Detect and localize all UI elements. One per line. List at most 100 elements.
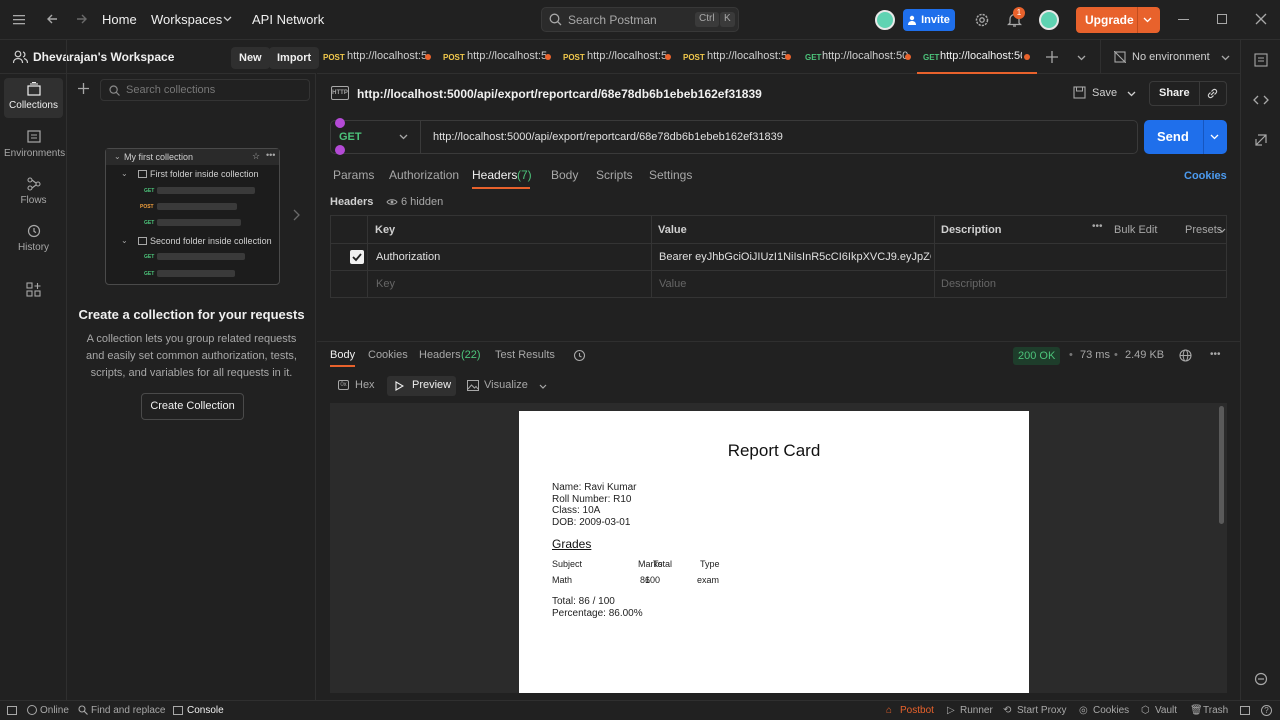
new-key-input[interactable]: Key: [376, 278, 395, 290]
tab-headers[interactable]: Headers: [472, 168, 517, 182]
response-tab-cookies[interactable]: Cookies: [368, 349, 408, 361]
eye-icon: [386, 198, 398, 206]
hidden-headers-toggle[interactable]: 6 hidden: [401, 196, 443, 208]
tab-request-active[interactable]: GET http://localhost:50: [917, 40, 1037, 74]
new-tab-icon[interactable]: [1046, 51, 1058, 63]
back-arrow-icon[interactable]: [46, 13, 58, 25]
console-button[interactable]: Console: [187, 705, 224, 716]
sidebar-item-collections[interactable]: Collections: [4, 78, 63, 118]
header-key[interactable]: Authorization: [376, 251, 440, 263]
method-label: GET: [144, 271, 155, 277]
toggle-sidebar-icon[interactable]: [7, 706, 17, 715]
new-button[interactable]: New: [231, 47, 270, 69]
bulk-edit-link[interactable]: Bulk Edit: [1114, 224, 1157, 236]
header-enabled-checkbox[interactable]: [350, 250, 364, 264]
header-value[interactable]: Bearer eyJhbGciOiJIUzI1NiIsInR5cCI6IkpXV…: [659, 251, 931, 263]
presets-menu[interactable]: Presets: [1185, 224, 1222, 236]
help-icon[interactable]: ?: [1261, 705, 1272, 716]
gear-icon[interactable]: [974, 12, 990, 28]
forward-arrow-icon[interactable]: [76, 13, 88, 25]
response-tab-headers[interactable]: Headers: [419, 349, 461, 361]
online-status[interactable]: Online: [40, 705, 69, 716]
no-environment-icon: [1114, 51, 1126, 63]
settings-help-icon[interactable]: [1254, 672, 1268, 686]
vault-button[interactable]: Vault: [1155, 705, 1177, 716]
sidebar-item-history[interactable]: History: [4, 220, 63, 260]
home-link[interactable]: Home: [102, 12, 137, 27]
send-label[interactable]: Send: [1157, 129, 1189, 144]
upgrade-button[interactable]: Upgrade: [1076, 7, 1160, 33]
api-network-link[interactable]: API Network: [252, 12, 324, 27]
postbot-button[interactable]: Postbot: [900, 705, 934, 716]
sidebar-item-flows[interactable]: Flows: [4, 173, 63, 213]
documentation-icon[interactable]: [1254, 53, 1268, 67]
save-button[interactable]: Save: [1092, 87, 1117, 99]
column-header-type: Type: [700, 559, 720, 569]
new-value-input[interactable]: Value: [659, 278, 686, 290]
tab-request[interactable]: POST http://localhost:5: [557, 40, 677, 74]
configure-workbench-icon[interactable]: [26, 282, 41, 297]
maximize-icon[interactable]: [1217, 14, 1227, 24]
workspaces-menu[interactable]: Workspaces: [151, 12, 222, 27]
environment-selector[interactable]: No environment: [1100, 40, 1240, 74]
tab-params[interactable]: Params: [333, 168, 374, 182]
link-icon[interactable]: [1206, 87, 1219, 100]
start-proxy-button[interactable]: Start Proxy: [1017, 705, 1066, 716]
globe-icon[interactable]: [1179, 349, 1192, 362]
minimize-icon[interactable]: [1178, 19, 1189, 20]
chevron-down-icon[interactable]: [1143, 17, 1152, 23]
tab-request[interactable]: GET http://localhost:50: [797, 40, 917, 74]
tab-scripts[interactable]: Scripts: [596, 168, 633, 182]
global-search[interactable]: Search Postman Ctrl K: [541, 7, 739, 32]
status-badge[interactable]: 200 OK: [1013, 347, 1060, 365]
import-button[interactable]: Import: [269, 47, 320, 69]
more-icon[interactable]: •••: [1210, 349, 1221, 360]
chevron-down-icon[interactable]: [1210, 134, 1219, 140]
chevron-down-icon[interactable]: [539, 384, 547, 389]
runner-button[interactable]: Runner: [960, 705, 993, 716]
sidebar-item-label: Collections: [9, 100, 58, 111]
tab-request[interactable]: POST http://localhost:5: [437, 40, 557, 74]
response-divider[interactable]: [317, 341, 1240, 342]
response-size[interactable]: 2.49 KB: [1125, 349, 1164, 361]
new-description-input[interactable]: Description: [941, 278, 996, 290]
find-and-replace[interactable]: Find and replace: [91, 705, 166, 716]
layout-icon[interactable]: [1240, 706, 1250, 715]
mode-visualize[interactable]: Visualize: [466, 376, 550, 396]
response-tab-test-results[interactable]: Test Results: [495, 349, 555, 361]
response-tab-body[interactable]: Body: [330, 349, 355, 361]
more-icon[interactable]: •••: [1092, 221, 1103, 232]
tab-authorization[interactable]: Authorization: [389, 168, 459, 182]
user-avatar[interactable]: [1039, 10, 1059, 30]
mode-preview[interactable]: Preview: [387, 376, 456, 396]
tab-request[interactable]: POST http://localhost:5: [677, 40, 797, 74]
code-icon[interactable]: [1253, 94, 1269, 106]
menu-icon[interactable]: [13, 14, 25, 25]
sidebar-item-environments[interactable]: Environments: [4, 126, 65, 166]
history-icon[interactable]: [573, 349, 586, 362]
tab-body[interactable]: Body: [551, 168, 578, 182]
related-collections-icon[interactable]: [1254, 133, 1268, 147]
request-title[interactable]: http://localhost:5000/api/export/reportc…: [357, 87, 762, 101]
trash-button[interactable]: Trash: [1203, 705, 1228, 716]
mode-hex[interactable]: 0x Hex: [336, 376, 378, 396]
cookies-link[interactable]: Cookies: [1184, 170, 1227, 182]
chevron-down-icon[interactable]: [1077, 55, 1086, 61]
response-time[interactable]: 73 ms: [1080, 349, 1110, 361]
summary: Total: 86 / 100 Percentage: 86.00%: [552, 596, 643, 620]
invite-button[interactable]: Invite: [903, 9, 955, 31]
close-icon[interactable]: [1255, 13, 1267, 25]
tab-request[interactable]: POST http://localhost:5: [317, 40, 437, 74]
add-icon[interactable]: [78, 83, 89, 94]
tab-settings[interactable]: Settings: [649, 168, 692, 182]
share-button[interactable]: Share: [1159, 87, 1190, 99]
chevron-right-icon[interactable]: [293, 209, 300, 221]
cookies-button[interactable]: Cookies: [1093, 705, 1129, 716]
method-label: GET: [144, 254, 155, 260]
avatar[interactable]: [875, 10, 895, 30]
create-collection-button[interactable]: Create Collection: [141, 393, 244, 420]
url-input[interactable]: http://localhost:5000/api/export/reportc…: [433, 131, 783, 143]
chevron-down-icon[interactable]: [1127, 91, 1136, 97]
search-collections-input[interactable]: Search collections: [100, 79, 310, 101]
scrollbar[interactable]: [1219, 406, 1224, 524]
